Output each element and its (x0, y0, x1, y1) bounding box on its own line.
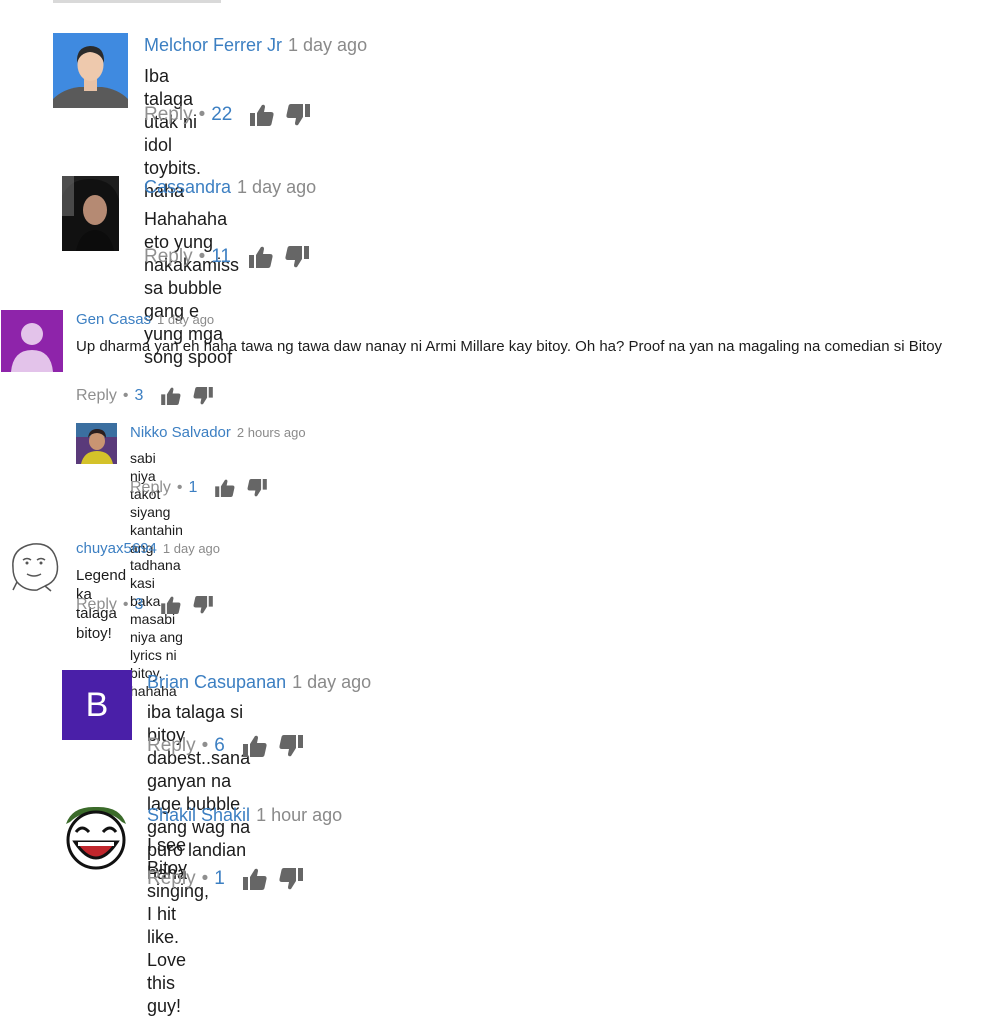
avatar-letter: B (85, 685, 109, 724)
reply-button[interactable]: Reply (144, 246, 193, 268)
avatar[interactable] (62, 804, 130, 872)
timestamp[interactable]: 1 day ago (157, 312, 214, 327)
reply-button[interactable]: Reply (147, 868, 196, 890)
like-count: 22 (211, 104, 233, 125)
author-name[interactable]: chuyax5694 (76, 540, 157, 557)
timestamp[interactable]: 1 hour ago (256, 805, 342, 825)
thumb-down-icon[interactable] (285, 246, 309, 268)
thumb-up-icon[interactable] (248, 246, 273, 268)
thumb-down-icon[interactable] (247, 479, 268, 497)
avatar[interactable]: B (62, 670, 132, 740)
separator-dot: • (201, 868, 209, 889)
comment-text: Up dharma yan eh haha tawa ng tawa daw n… (76, 338, 943, 355)
thumb-down-icon[interactable] (279, 868, 303, 890)
timestamp[interactable]: 2 hours ago (237, 425, 306, 440)
separator-dot: • (198, 246, 206, 267)
like-count: 3 (134, 596, 144, 613)
timestamp[interactable]: 1 day ago (237, 177, 316, 197)
separator-dot: • (176, 479, 183, 496)
separator-dot: • (122, 387, 129, 404)
author-name[interactable]: Gen Casas (76, 311, 151, 328)
thumb-up-icon[interactable] (215, 479, 235, 497)
separator-dot: • (198, 104, 206, 125)
timestamp[interactable]: 1 day ago (292, 672, 371, 692)
author-name[interactable]: Melchor Ferrer Jr (144, 35, 282, 55)
thumb-up-icon[interactable] (242, 868, 267, 890)
thumb-up-icon[interactable] (242, 735, 267, 757)
timestamp[interactable]: 1 day ago (288, 35, 367, 55)
thumb-up-icon[interactable] (161, 596, 181, 614)
reply-button[interactable]: Reply (76, 596, 117, 614)
author-name[interactable]: Shakil Shakil (147, 805, 250, 825)
like-count: 11 (211, 246, 231, 267)
thumb-down-icon[interactable] (279, 735, 303, 757)
thumb-down-icon[interactable] (286, 104, 311, 126)
reply-button[interactable]: Reply (147, 735, 196, 757)
author-name[interactable]: Cassandra (144, 177, 231, 197)
author-name[interactable]: Brian Casupanan (147, 672, 286, 692)
reply-button[interactable]: Reply (76, 387, 117, 405)
like-count: 1 (188, 479, 198, 496)
avatar[interactable] (53, 33, 128, 108)
top-divider (53, 0, 221, 3)
thumb-down-icon[interactable] (193, 387, 214, 405)
thumb-down-icon[interactable] (193, 596, 214, 614)
comment-text: I see Bitoy singing, I hit like. Love th… (147, 835, 210, 1017)
timestamp[interactable]: 1 day ago (163, 541, 220, 556)
like-count: 1 (214, 868, 225, 889)
reply-button[interactable]: Reply (130, 479, 171, 497)
author-name[interactable]: Nikko Salvador (130, 424, 231, 441)
like-count: 3 (134, 387, 144, 404)
avatar[interactable] (62, 176, 119, 251)
avatar[interactable] (76, 423, 117, 464)
separator-dot: • (201, 735, 209, 756)
avatar[interactable] (1, 310, 63, 372)
reply-button[interactable]: Reply (144, 104, 193, 126)
avatar[interactable] (7, 538, 61, 592)
thumb-up-icon[interactable] (250, 104, 274, 126)
like-count: 6 (214, 735, 225, 756)
thumb-up-icon[interactable] (161, 387, 181, 405)
separator-dot: • (122, 596, 129, 613)
